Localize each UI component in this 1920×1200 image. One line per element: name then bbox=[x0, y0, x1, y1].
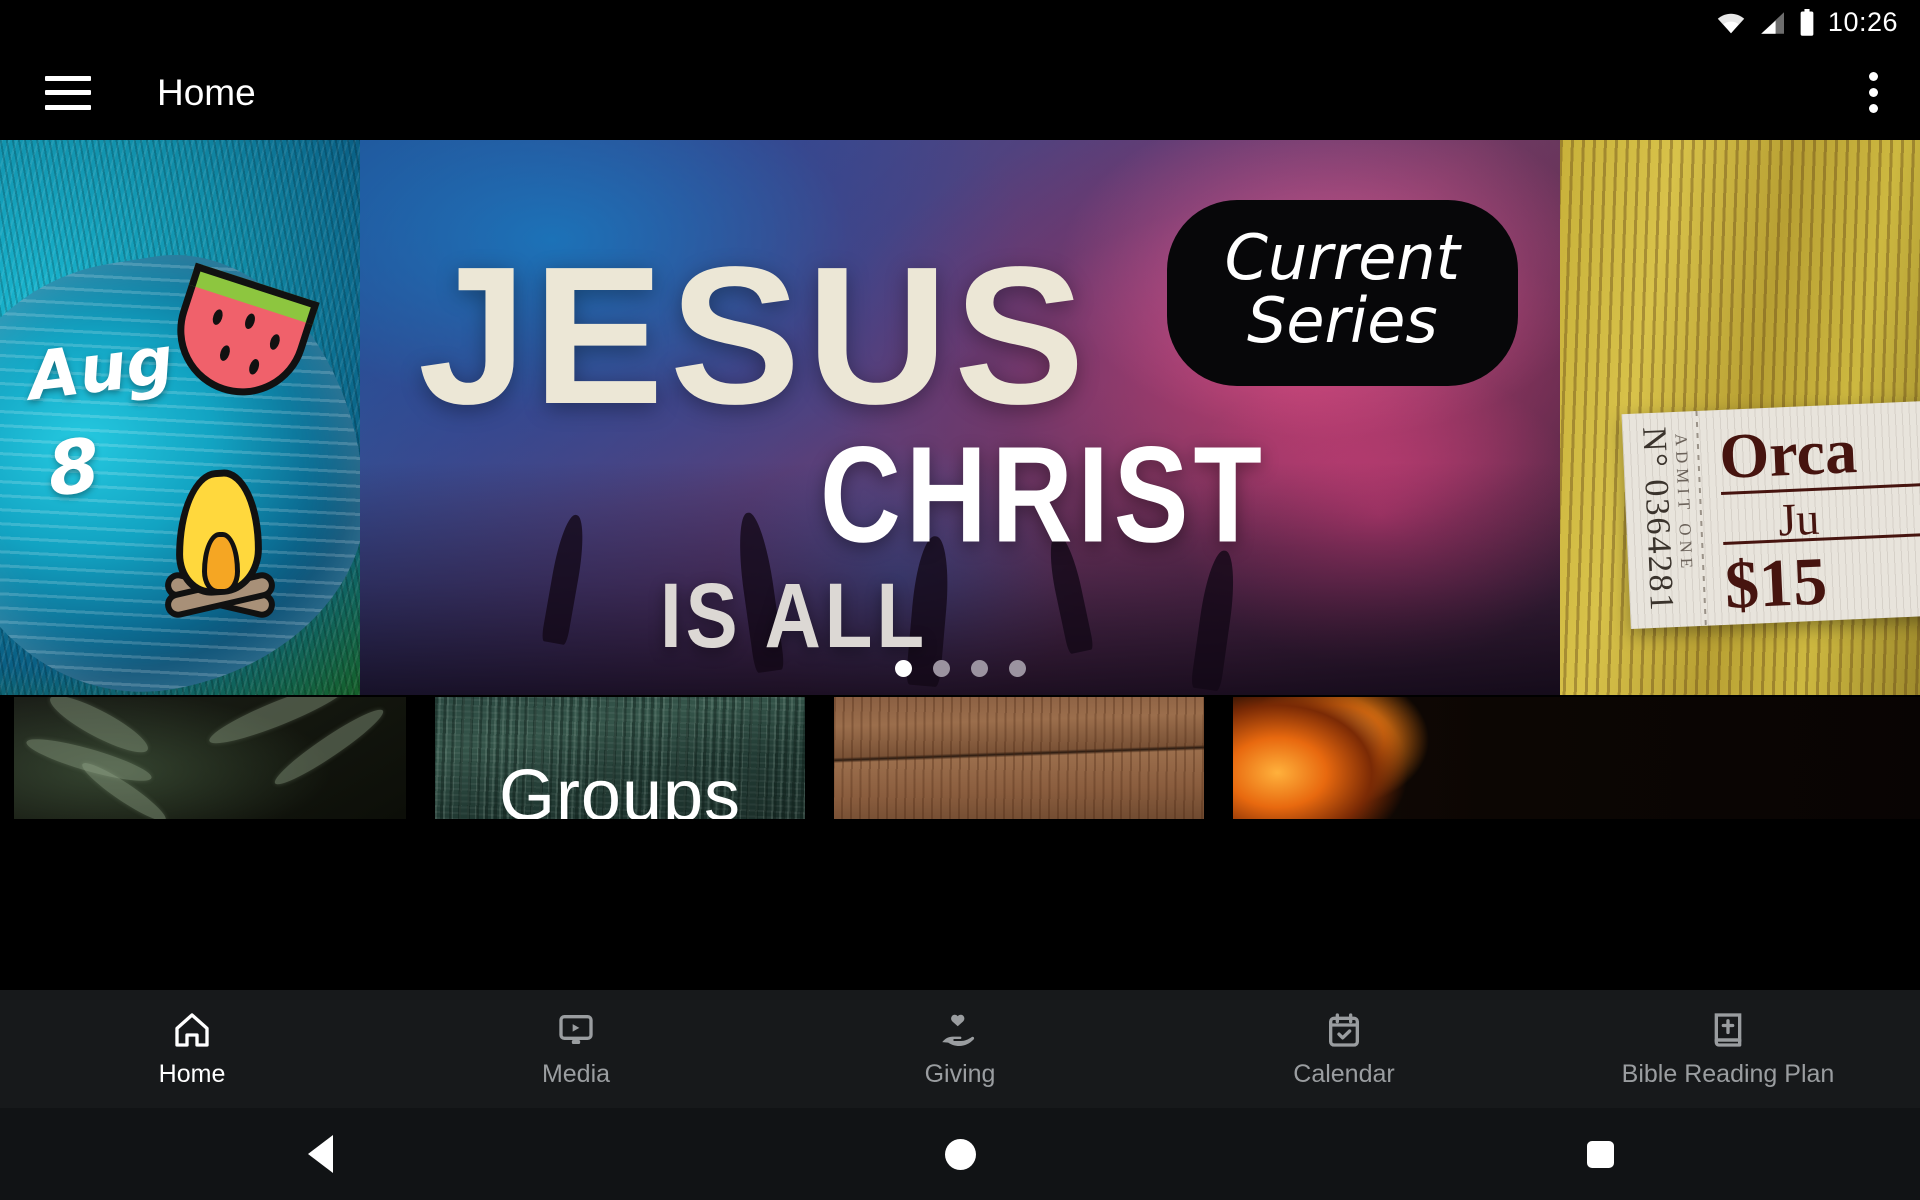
featured-carousel[interactable]: Aug 8 JESUS CHRIST IS ALL Current Series bbox=[0, 140, 1920, 695]
app-bar: Home bbox=[0, 45, 1920, 140]
nav-label-bible-reading-plan: Bible Reading Plan bbox=[1621, 1060, 1835, 1088]
event-day: 8 bbox=[43, 422, 104, 514]
series-title-line-1: JESUS bbox=[418, 226, 1091, 445]
overflow-menu-icon[interactable] bbox=[1869, 72, 1878, 113]
nav-item-home[interactable]: Home bbox=[0, 990, 384, 1108]
cellular-signal-icon bbox=[1758, 11, 1786, 35]
nav-label-home: Home bbox=[158, 1060, 226, 1088]
wifi-icon bbox=[1716, 11, 1746, 35]
ticket-title: Orca bbox=[1717, 415, 1859, 492]
status-bar-clock: 10:26 bbox=[1827, 7, 1898, 37]
app-screen: 10:26 Home Aug 8 JESUS CHRIST IS ALL Cur… bbox=[0, 0, 1920, 1200]
bottom-navigation[interactable]: Home Media Giving Calendar Bible Reading… bbox=[0, 990, 1920, 1108]
recents-square-icon[interactable] bbox=[1555, 1108, 1645, 1200]
home-circle-icon[interactable] bbox=[915, 1108, 1005, 1200]
carousel-pagination[interactable] bbox=[0, 660, 1920, 677]
carousel-slide-summer-event[interactable]: Aug 8 bbox=[0, 140, 360, 695]
groups-card-label: Groups bbox=[498, 756, 742, 819]
ticket-perforation bbox=[1695, 410, 1707, 626]
carousel-dot-2[interactable] bbox=[932, 660, 950, 677]
nav-label-giving: Giving bbox=[924, 1060, 996, 1088]
nav-label-media: Media bbox=[541, 1060, 611, 1088]
fire-card[interactable] bbox=[1233, 697, 1920, 819]
nav-item-bible-reading-plan[interactable]: Bible Reading Plan bbox=[1536, 990, 1920, 1108]
status-bar: 10:26 bbox=[0, 0, 1920, 45]
nav-item-calendar[interactable]: Calendar bbox=[1152, 990, 1536, 1108]
carousel-dot-3[interactable] bbox=[970, 660, 988, 677]
home-icon bbox=[172, 1009, 212, 1051]
carousel-slide-current-series[interactable]: JESUS CHRIST IS ALL Current Series bbox=[360, 140, 1560, 695]
back-triangle-icon[interactable] bbox=[275, 1108, 365, 1200]
wood-card[interactable] bbox=[834, 697, 1204, 819]
badge-line-1: Current bbox=[1224, 221, 1460, 294]
nav-item-media[interactable]: Media bbox=[384, 990, 768, 1108]
page-title: Home bbox=[157, 71, 256, 113]
ticket-graphic: N° 0364281 ADMIT ONE Orca Ju $15 bbox=[1621, 395, 1920, 630]
nav-item-giving[interactable]: Giving bbox=[768, 990, 1152, 1108]
ticket-price: $15 bbox=[1723, 542, 1829, 623]
series-title-line-2: CHRIST bbox=[820, 418, 1267, 571]
calendar-check-icon bbox=[1324, 1009, 1364, 1051]
campfire-icon bbox=[160, 466, 280, 621]
carousel-dot-1[interactable] bbox=[894, 660, 912, 677]
nav-label-calendar: Calendar bbox=[1293, 1060, 1395, 1088]
fern-card[interactable] bbox=[14, 697, 406, 819]
android-system-nav[interactable] bbox=[0, 1108, 1920, 1200]
media-play-icon bbox=[556, 1009, 596, 1051]
giving-hand-heart-icon bbox=[939, 1009, 981, 1051]
bible-book-icon bbox=[1708, 1009, 1748, 1051]
badge-line-2: Series bbox=[1247, 284, 1438, 358]
battery-icon bbox=[1798, 8, 1816, 37]
hamburger-menu-icon[interactable] bbox=[45, 75, 91, 110]
groups-card[interactable]: Groups bbox=[435, 697, 805, 819]
current-series-badge: Current Series bbox=[1166, 200, 1518, 387]
carousel-dot-4[interactable] bbox=[1008, 660, 1026, 677]
carousel-slide-event-ticket[interactable]: N° 0364281 ADMIT ONE Orca Ju $15 bbox=[1560, 140, 1920, 695]
quick-links-row[interactable]: Groups bbox=[0, 697, 1920, 819]
series-title-line-3: IS ALL bbox=[660, 562, 929, 667]
